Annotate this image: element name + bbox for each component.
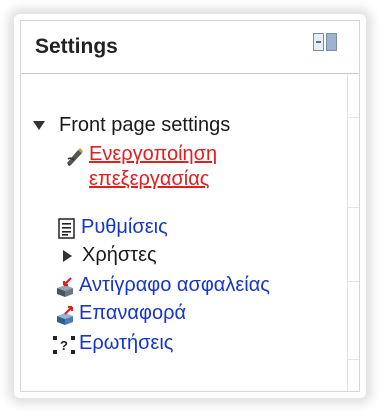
- tree-guide-tick: [347, 207, 359, 208]
- tree-item-backup[interactable]: Αντίγραφο ασφαλείας: [55, 274, 270, 297]
- collapsed-triangle-icon[interactable]: [63, 249, 72, 262]
- tree-node-label: Front page settings: [59, 114, 231, 136]
- tree-item-restore[interactable]: Επαναφορά: [55, 302, 186, 325]
- tree-guide-line: [347, 21, 348, 391]
- settings-block: Settings Front page settings Ενεργοποίησ…: [20, 20, 360, 392]
- tree-item-settings[interactable]: Ρυθμίσεις: [57, 216, 168, 239]
- tree-node-front-page[interactable]: Front page settings: [33, 114, 230, 137]
- questions-link[interactable]: Ερωτήσεις: [79, 332, 173, 355]
- block-header: Settings: [21, 21, 359, 74]
- tree-item-users[interactable]: Χρήστες: [63, 244, 157, 267]
- settings-link[interactable]: Ρυθμίσεις: [81, 216, 168, 239]
- settings-document-icon: [57, 217, 77, 239]
- dock-toggle-icon[interactable]: [313, 33, 337, 51]
- tree-item-turn-editing-on[interactable]: Ενεργοποίηση επεξεργασίας: [65, 142, 269, 192]
- edit-pencil-icon: [65, 147, 85, 167]
- backup-box-icon: [55, 276, 75, 297]
- users-label: Χρήστες: [82, 244, 157, 266]
- tree-item-questions[interactable]: ? Ερωτήσεις: [53, 332, 173, 355]
- backup-link[interactable]: Αντίγραφο ασφαλείας: [79, 274, 270, 297]
- restore-box-icon: [55, 304, 75, 325]
- tree-guide-tick: [347, 359, 359, 360]
- turn-editing-on-link[interactable]: Ενεργοποίηση επεξεργασίας: [89, 142, 269, 192]
- tree-guide-tick: [347, 281, 359, 282]
- restore-link[interactable]: Επαναφορά: [79, 302, 186, 325]
- block-title: Settings: [35, 35, 118, 58]
- svg-text:?: ?: [60, 338, 68, 353]
- questions-icon: ?: [53, 334, 75, 354]
- tree-guide-tick: [347, 117, 359, 118]
- expanded-triangle-icon[interactable]: [33, 121, 45, 130]
